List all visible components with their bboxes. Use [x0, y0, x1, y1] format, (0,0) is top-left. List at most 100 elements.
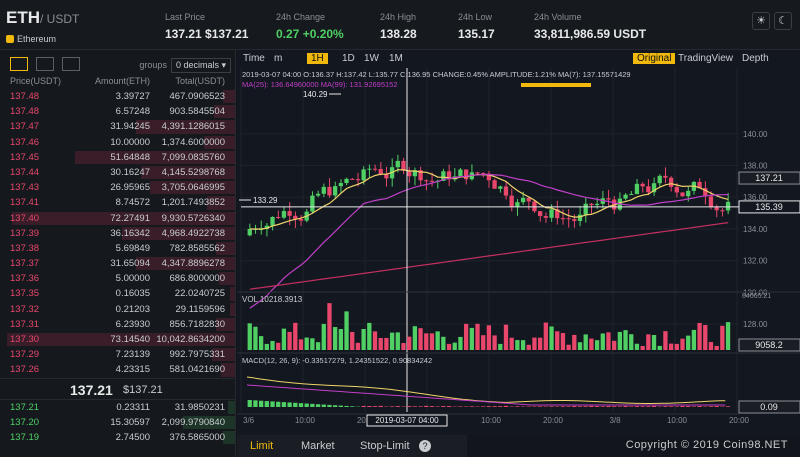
volume-bar — [606, 332, 611, 350]
volume-bar — [697, 322, 702, 350]
ask-row[interactable]: 137.48 6.57248 903.5845504 — [0, 104, 235, 119]
book-both-icon[interactable] — [10, 57, 28, 71]
candle-body — [572, 219, 577, 222]
theme-switch[interactable]: ☀ ☾ — [748, 12, 792, 30]
interval-1w[interactable]: 1W — [364, 53, 379, 64]
candle-body — [543, 216, 548, 218]
interval-time[interactable]: Time — [243, 53, 265, 64]
ask-row[interactable]: 137.43 26.95965 3,705.0646995 — [0, 180, 235, 195]
ticker-header: ETH/ USDT Ethereum Last Price 137.21 $137… — [0, 0, 800, 50]
volume-bar — [418, 328, 423, 350]
volume-bar — [258, 336, 264, 350]
ask-row[interactable]: 137.46 10.00000 1,374.6000000 — [0, 135, 235, 150]
volume-bar — [520, 340, 526, 350]
interval-m[interactable]: m — [274, 53, 282, 64]
candle-body — [549, 209, 554, 218]
bid-row[interactable]: 137.21 0.23311 31.9850231 — [0, 400, 235, 415]
macd-bar — [663, 406, 668, 407]
tab-market[interactable]: Market — [301, 440, 335, 452]
volume-bar — [498, 343, 503, 350]
volume-bar — [509, 337, 514, 350]
macd-bar — [549, 406, 554, 407]
ask-row[interactable]: 137.26 4.23315 581.0421690 — [0, 362, 235, 377]
volume-bar — [435, 331, 440, 350]
book-bids-icon[interactable] — [36, 57, 54, 71]
row-price: 137.46 — [10, 136, 40, 148]
candle-body — [606, 198, 611, 200]
candle-body — [458, 169, 463, 177]
depth-bar — [230, 302, 235, 316]
col-total: Total(USDT) — [175, 76, 225, 86]
time-tick: 10:00 — [481, 416, 502, 425]
ask-row[interactable]: 137.35 0.16035 22.0240725 — [0, 286, 235, 301]
groups-select[interactable]: 0 decimals ▾ — [170, 58, 231, 73]
bid-row[interactable]: 137.20 15.30597 2,099.9790840 — [0, 415, 235, 430]
ask-row[interactable]: 137.38 5.69849 782.8585562 — [0, 241, 235, 256]
row-total: 4,391.1286015 — [161, 121, 225, 133]
row-total: 10,042.8634200 — [156, 334, 225, 345]
candle-body — [372, 168, 378, 170]
macd-bar — [623, 405, 628, 407]
sun-icon[interactable]: ☀ — [752, 12, 770, 30]
interval-1h[interactable]: 1H — [307, 53, 328, 64]
row-amount: 2.74500 — [115, 431, 150, 443]
ask-row[interactable]: 137.39 36.16342 4,968.4922738 — [0, 226, 235, 241]
candlestick-chart[interactable]: 140.00138.00136.00134.00132.00130.00128.… — [237, 50, 800, 435]
price-chart[interactable]: 140.00 138.00 136.00 134.00 132.00 130.00 128.… — [237, 50, 800, 435]
book-asks-icon[interactable] — [62, 57, 80, 71]
macd-bar — [589, 405, 594, 407]
volume-bar — [315, 342, 321, 350]
macd-bar — [281, 402, 287, 407]
row-price: 137.43 — [10, 182, 40, 194]
stat-label: Last Price — [165, 12, 206, 22]
view-tradingview[interactable]: TradingView — [678, 53, 733, 64]
macd-bar — [315, 404, 321, 407]
mid-price-value: 137.21 — [70, 381, 113, 398]
candle-body — [361, 169, 366, 181]
bid-row[interactable]: 137.19 2.74500 376.5865000 — [0, 430, 235, 445]
volume-bar — [634, 343, 640, 350]
ask-row[interactable]: 137.41 8.74572 1,201.7493852 — [0, 195, 235, 210]
row-total: 686.8000000 — [169, 273, 225, 285]
macd-bar — [646, 406, 651, 407]
volume-bar — [577, 342, 583, 350]
ask-row[interactable]: 137.30 73.14540 10,042.8634200 — [0, 332, 235, 347]
asks-list: 137.48 3.39727 467.0906523 137.48 6.5724… — [0, 89, 235, 378]
ask-row[interactable]: 137.48 3.39727 467.0906523 — [0, 89, 235, 104]
volume-bar — [668, 343, 674, 350]
macd-bar — [725, 406, 731, 407]
pair-name[interactable]: ETH/ USDT — [6, 8, 79, 28]
volume-bar — [583, 334, 588, 350]
volume-bar — [686, 335, 691, 350]
help-icon[interactable]: ? — [419, 440, 431, 452]
volume-bar — [612, 340, 617, 350]
candle-body — [424, 180, 429, 182]
copyright: Copyright © 2019 Coin98.NET — [625, 439, 788, 451]
ask-row[interactable]: 137.36 5.00000 686.8000000 — [0, 271, 235, 286]
ask-row[interactable]: 137.44 30.16247 4,145.5298768 — [0, 165, 235, 180]
view-depth[interactable]: Depth — [742, 53, 769, 64]
volume-bar — [589, 338, 594, 350]
macd-tag: 0.09 — [760, 402, 778, 412]
ask-row[interactable]: 137.29 7.23139 992.7975331 — [0, 347, 235, 362]
interval-1d[interactable]: 1D — [342, 53, 355, 64]
ask-row[interactable]: 137.37 31.65094 4,347.8896278 — [0, 256, 235, 271]
tab-stop-limit[interactable]: Stop-Limit — [360, 440, 410, 452]
ask-row[interactable]: 137.32 0.21203 29.1159596 — [0, 302, 235, 317]
moon-icon[interactable]: ☾ — [774, 12, 792, 30]
ask-row[interactable]: 137.45 51.64848 7,099.0835760 — [0, 150, 235, 165]
row-price: 137.48 — [10, 106, 40, 118]
ask-row[interactable]: 137.47 31.94245 4,391.1286015 — [0, 119, 235, 134]
col-price: Price(USDT) — [10, 76, 61, 86]
row-amount: 72.27491 — [110, 212, 150, 224]
row-amount: 31.65094 — [110, 258, 150, 270]
ask-row[interactable]: 137.40 72.27491 9,930.5726340 — [0, 211, 235, 226]
candle-body — [378, 169, 383, 175]
candle-body — [594, 203, 600, 206]
tab-limit[interactable]: Limit — [250, 440, 273, 452]
candle-body — [247, 228, 252, 236]
view-original[interactable]: Original — [633, 53, 676, 64]
interval-1m[interactable]: 1M — [389, 53, 403, 64]
ask-row[interactable]: 137.31 6.23930 856.7182830 — [0, 317, 235, 332]
macd-bar — [310, 403, 315, 407]
